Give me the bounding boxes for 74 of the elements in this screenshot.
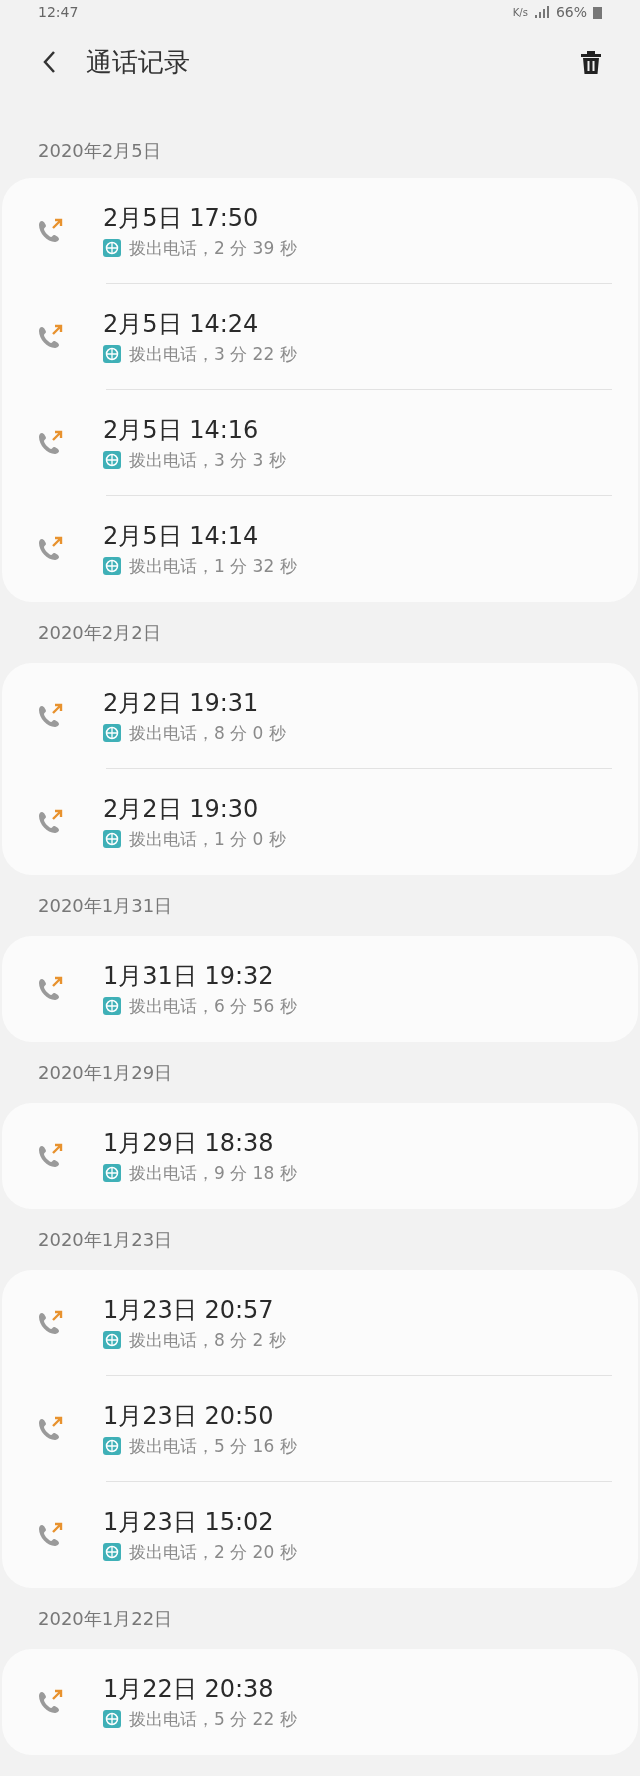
call-detail: 拨出电话，5 分 16 秒 xyxy=(129,1435,297,1457)
call-log-item[interactable]: 1月29日 18:38 拨出电话，9 分 18 秒 xyxy=(2,1103,638,1209)
trash-icon xyxy=(580,50,602,74)
call-detail: 拨出电话，2 分 39 秒 xyxy=(129,237,297,259)
sim-globe-icon xyxy=(103,239,121,257)
call-log-item[interactable]: 1月23日 20:57 拨出电话，8 分 2 秒 xyxy=(2,1270,638,1376)
outgoing-call-icon xyxy=(36,702,64,730)
date-header: 2020年2月5日 xyxy=(38,139,161,163)
date-header: 2020年1月31日 xyxy=(38,894,173,918)
call-detail: 拨出电话，8 分 2 秒 xyxy=(129,1329,286,1351)
call-time: 2月5日 14:24 xyxy=(103,309,260,339)
call-detail: 拨出电话，5 分 22 秒 xyxy=(129,1708,297,1730)
call-time: 2月5日 14:16 xyxy=(103,415,260,445)
call-log-item[interactable]: 2月2日 19:31 拨出电话，8 分 0 秒 xyxy=(2,663,638,769)
call-log-item[interactable]: 2月2日 19:30 拨出电话，1 分 0 秒 xyxy=(2,769,638,875)
call-log-item[interactable]: 1月23日 15:02 拨出电话，2 分 20 秒 xyxy=(2,1482,638,1588)
call-log-item[interactable]: 1月22日 20:38 拨出电话，5 分 22 秒 xyxy=(2,1649,638,1755)
outgoing-call-icon xyxy=(36,1142,64,1170)
sim-globe-icon xyxy=(103,1437,121,1455)
call-time: 2月2日 19:31 xyxy=(103,688,260,718)
sim-globe-icon xyxy=(103,724,121,742)
battery-icon xyxy=(593,5,602,19)
call-time: 2月5日 14:14 xyxy=(103,521,260,551)
call-time: 1月31日 19:32 xyxy=(103,961,275,991)
sim-globe-icon xyxy=(103,997,121,1015)
outgoing-call-icon xyxy=(36,1688,64,1716)
outgoing-call-icon xyxy=(36,808,64,836)
sim-globe-icon xyxy=(103,345,121,363)
date-header: 2020年2月2日 xyxy=(38,621,161,645)
outgoing-call-icon xyxy=(36,1521,64,1549)
outgoing-call-icon xyxy=(36,217,64,245)
call-detail: 拨出电话，3 分 3 秒 xyxy=(129,449,286,471)
call-log-item[interactable]: 2月5日 14:16 拨出电话，3 分 3 秒 xyxy=(2,390,638,496)
call-detail: 拨出电话，6 分 56 秒 xyxy=(129,995,297,1017)
call-log-item[interactable]: 2月5日 14:24 拨出电话，3 分 22 秒 xyxy=(2,284,638,390)
screen-title: 通话记录 xyxy=(86,45,190,79)
outgoing-call-icon xyxy=(36,1415,64,1443)
sim-globe-icon xyxy=(103,557,121,575)
sim-globe-icon xyxy=(103,1710,121,1728)
call-time: 1月23日 15:02 xyxy=(103,1507,275,1537)
call-time: 2月2日 19:30 xyxy=(103,794,260,824)
call-time: 1月22日 20:38 xyxy=(103,1674,275,1704)
call-log-item[interactable]: 1月23日 20:50 拨出电话，5 分 16 秒 xyxy=(2,1376,638,1482)
call-log-item[interactable]: 2月5日 17:50 拨出电话，2 分 39 秒 xyxy=(2,178,638,284)
status-time: 12:47 xyxy=(38,2,79,22)
network-speed: K/s xyxy=(512,5,528,20)
sim-globe-icon xyxy=(103,451,121,469)
call-log-item[interactable]: 1月31日 19:32 拨出电话，6 分 56 秒 xyxy=(2,936,638,1042)
outgoing-call-icon xyxy=(36,975,64,1003)
date-header: 2020年1月22日 xyxy=(38,1607,173,1631)
call-detail: 拨出电话，8 分 0 秒 xyxy=(129,722,286,744)
back-icon xyxy=(42,50,56,74)
outgoing-call-icon xyxy=(36,535,64,563)
date-header: 2020年1月29日 xyxy=(38,1061,173,1085)
outgoing-call-icon xyxy=(36,429,64,457)
sim-globe-icon xyxy=(103,1331,121,1349)
signal-icon xyxy=(533,6,550,18)
date-header: 2020年1月23日 xyxy=(38,1228,173,1252)
call-time: 2月5日 17:50 xyxy=(103,203,260,233)
battery-level: 66% xyxy=(555,2,587,22)
call-detail: 拨出电话，9 分 18 秒 xyxy=(129,1162,297,1184)
sim-globe-icon xyxy=(103,830,121,848)
call-detail: 拨出电话，3 分 22 秒 xyxy=(129,343,297,365)
sim-globe-icon xyxy=(103,1543,121,1561)
call-log-item[interactable]: 2月5日 14:14 拨出电话，1 分 32 秒 xyxy=(2,496,638,602)
call-detail: 拨出电话，2 分 20 秒 xyxy=(129,1541,297,1563)
sim-globe-icon xyxy=(103,1164,121,1182)
outgoing-call-icon xyxy=(36,1309,64,1337)
call-time: 1月29日 18:38 xyxy=(103,1128,275,1158)
call-time: 1月23日 20:50 xyxy=(103,1401,275,1431)
call-time: 1月23日 20:57 xyxy=(103,1295,275,1325)
call-detail: 拨出电话，1 分 0 秒 xyxy=(129,828,286,850)
outgoing-call-icon xyxy=(36,323,64,351)
call-detail: 拨出电话，1 分 32 秒 xyxy=(129,555,297,577)
